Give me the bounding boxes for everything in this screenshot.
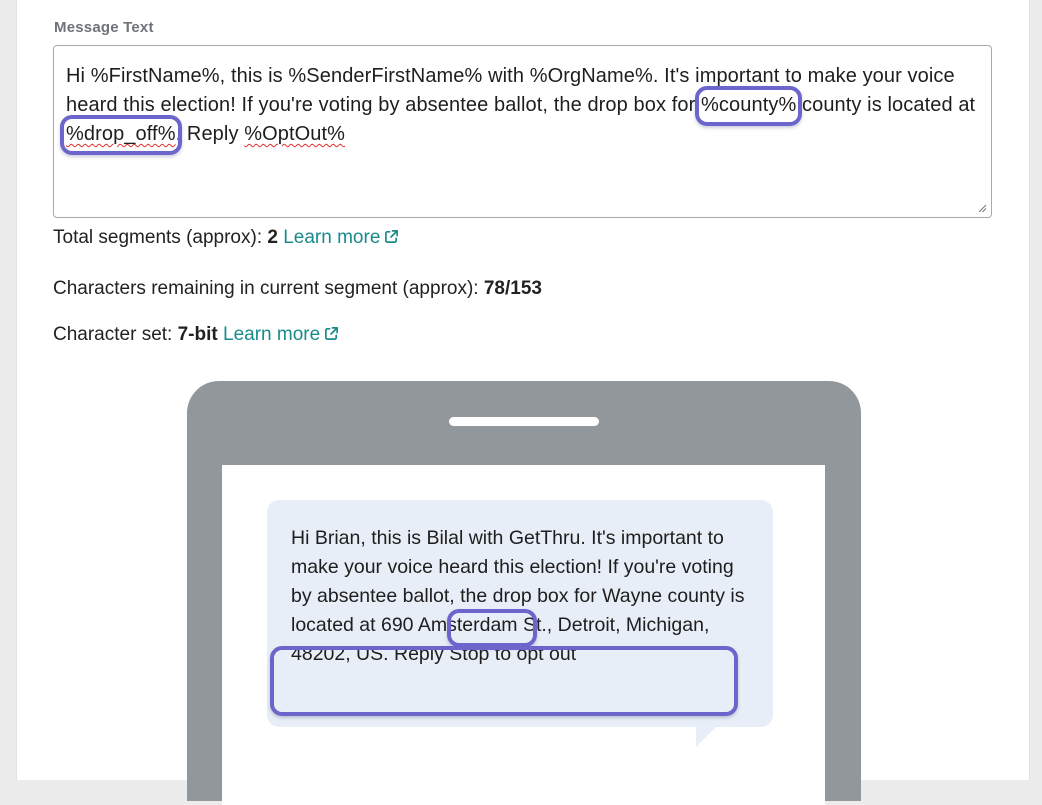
optout-token: %OptOut% [244, 123, 346, 145]
message-panel: Message Text Hi %FirstName%, this is %Se… [16, 0, 1030, 805]
segments-learn-more-link[interactable]: Learn more [283, 227, 399, 248]
charset-learn-more-text: Learn more [223, 324, 321, 345]
segments-value: 2 [267, 227, 278, 248]
charset-learn-more-link[interactable]: Learn more [223, 324, 339, 345]
message-text-label: Message Text [54, 19, 154, 36]
remaining-value: 78/153 [483, 278, 542, 299]
external-link-icon [385, 230, 399, 243]
preview-county: Wayne [602, 585, 663, 607]
charset-label: Character set: [53, 324, 173, 345]
phone-speaker [449, 417, 599, 426]
message-bubble: Hi Brian, this is Bilal with GetThru. It… [267, 500, 773, 727]
phone-screen: Hi Brian, this is Bilal with GetThru. It… [222, 465, 825, 805]
county-token: %county% [701, 94, 797, 116]
segments-label: Total segments (approx): [53, 227, 263, 248]
message-text-part: county is located at [796, 94, 976, 116]
segments-learn-more-text: Learn more [283, 227, 381, 248]
preview-text-part: . Reply Stop to opt out [383, 643, 577, 665]
message-textarea[interactable]: Hi %FirstName%, this is %SenderFirstName… [53, 45, 992, 218]
resize-handle-icon[interactable] [977, 203, 987, 213]
phone-preview: Hi Brian, this is Bilal with GetThru. It… [187, 381, 861, 805]
drop-off-token: %drop_off% [66, 123, 176, 145]
remaining-label: Characters remaining in current segment … [53, 278, 479, 299]
message-text-part: . Reply [175, 123, 245, 145]
county-token-highlight: %county% [695, 86, 803, 126]
segments-line: Total segments (approx): 2 Learn more [53, 227, 399, 249]
drop-off-token-highlight: %drop_off% [60, 115, 182, 155]
charset-value: 7-bit [177, 324, 218, 345]
remaining-line: Characters remaining in current segment … [53, 278, 542, 300]
message-bubble-tail [696, 727, 716, 747]
charset-line: Character set: 7-bit Learn more [53, 324, 339, 346]
external-link-icon [325, 327, 339, 340]
